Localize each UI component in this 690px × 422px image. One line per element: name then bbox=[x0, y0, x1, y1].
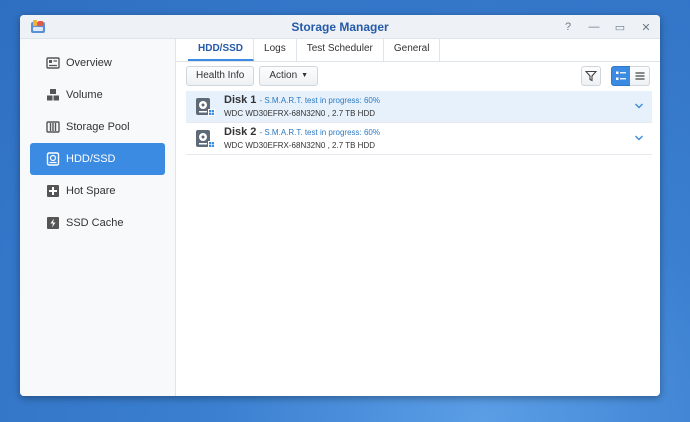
tab-hdd-ssd[interactable]: HDD/SSD bbox=[188, 39, 255, 61]
sidebar-item-ssd-cache[interactable]: SSD Cache bbox=[30, 207, 165, 239]
view-toggle bbox=[611, 66, 650, 86]
sidebar-item-label: SSD Cache bbox=[66, 217, 124, 229]
sidebar-item-hot-spare[interactable]: Hot Spare bbox=[30, 175, 165, 207]
detail-list-icon bbox=[616, 71, 626, 80]
sidebar-item-label: HDD/SSD bbox=[66, 153, 116, 165]
close-icon[interactable]: ✕ bbox=[640, 21, 652, 34]
sidebar-item-label: Hot Spare bbox=[66, 185, 116, 197]
hdd-disk-icon bbox=[196, 129, 215, 148]
action-button-label: Action bbox=[269, 70, 298, 81]
disk-row-2[interactable]: Disk 2 - S.M.A.R.T. test in progress: 60… bbox=[186, 123, 652, 155]
hdd-disk-icon bbox=[196, 97, 215, 116]
disk-name: Disk 1 bbox=[224, 93, 257, 106]
disk-name: Disk 2 bbox=[224, 125, 257, 138]
action-button[interactable]: Action ▼ bbox=[259, 66, 319, 86]
title-bar: Storage Manager ? — ▭ ✕ bbox=[20, 15, 660, 39]
hdd-icon bbox=[46, 152, 60, 166]
list-view-button[interactable] bbox=[630, 66, 650, 86]
health-info-button[interactable]: Health Info bbox=[186, 66, 255, 86]
hot-spare-icon bbox=[47, 185, 59, 197]
tab-test-scheduler[interactable]: Test Scheduler bbox=[297, 39, 384, 61]
sidebar-item-hdd-ssd[interactable]: HDD/SSD bbox=[30, 143, 165, 175]
detail-view-button[interactable] bbox=[611, 66, 631, 86]
disk-list: Disk 1 - S.M.A.R.T. test in progress: 60… bbox=[186, 91, 652, 155]
volume-icon bbox=[47, 89, 59, 101]
disk-status: - S.M.A.R.T. test in progress: 60% bbox=[259, 127, 380, 137]
window-controls: ? — ▭ ✕ bbox=[562, 15, 652, 39]
tab-logs[interactable]: Logs bbox=[254, 39, 297, 61]
chevron-down-icon[interactable] bbox=[634, 101, 644, 111]
filter-button[interactable] bbox=[581, 66, 601, 86]
chevron-down-icon[interactable] bbox=[634, 133, 644, 143]
disk-details: WDC WD30EFRX-68N32N0 , 2.7 TB HDD bbox=[224, 140, 375, 150]
overview-icon bbox=[46, 57, 60, 69]
disk-text: Disk 1 - S.M.A.R.T. test in progress: 60… bbox=[224, 94, 380, 120]
filter-icon bbox=[585, 70, 597, 82]
help-icon[interactable]: ? bbox=[562, 21, 574, 33]
tab-general[interactable]: General bbox=[384, 39, 441, 61]
sidebar-item-volume[interactable]: Volume bbox=[30, 79, 165, 111]
sidebar-item-label: Volume bbox=[66, 89, 103, 101]
disk-details: WDC WD30EFRX-68N32N0 , 2.7 TB HDD bbox=[224, 108, 375, 118]
disk-row-1[interactable]: Disk 1 - S.M.A.R.T. test in progress: 60… bbox=[186, 91, 652, 123]
caret-down-icon: ▼ bbox=[301, 72, 309, 79]
sidebar-item-storage-pool[interactable]: Storage Pool bbox=[30, 111, 165, 143]
minimize-icon[interactable]: — bbox=[588, 21, 600, 33]
view-tools bbox=[581, 66, 650, 86]
tab-bar: HDD/SSD Logs Test Scheduler General bbox=[176, 39, 660, 62]
sidebar-item-overview[interactable]: Overview bbox=[30, 47, 165, 79]
sidebar: Overview Volume Storage Pool HDD/SSD Hot… bbox=[20, 39, 176, 396]
main-content: HDD/SSD Logs Test Scheduler General Heal… bbox=[176, 39, 660, 396]
toolbar: Health Info Action ▼ bbox=[176, 62, 660, 90]
ssd-cache-icon bbox=[47, 217, 59, 229]
list-icon bbox=[635, 72, 644, 80]
maximize-icon[interactable]: ▭ bbox=[614, 21, 626, 34]
storage-manager-window: Storage Manager ? — ▭ ✕ Overview Volume bbox=[20, 15, 660, 396]
disk-text: Disk 2 - S.M.A.R.T. test in progress: 60… bbox=[224, 126, 380, 152]
sidebar-item-label: Storage Pool bbox=[66, 121, 130, 133]
storage-pool-icon bbox=[46, 121, 60, 133]
sidebar-item-label: Overview bbox=[66, 57, 112, 69]
disk-status: - S.M.A.R.T. test in progress: 60% bbox=[259, 95, 380, 105]
